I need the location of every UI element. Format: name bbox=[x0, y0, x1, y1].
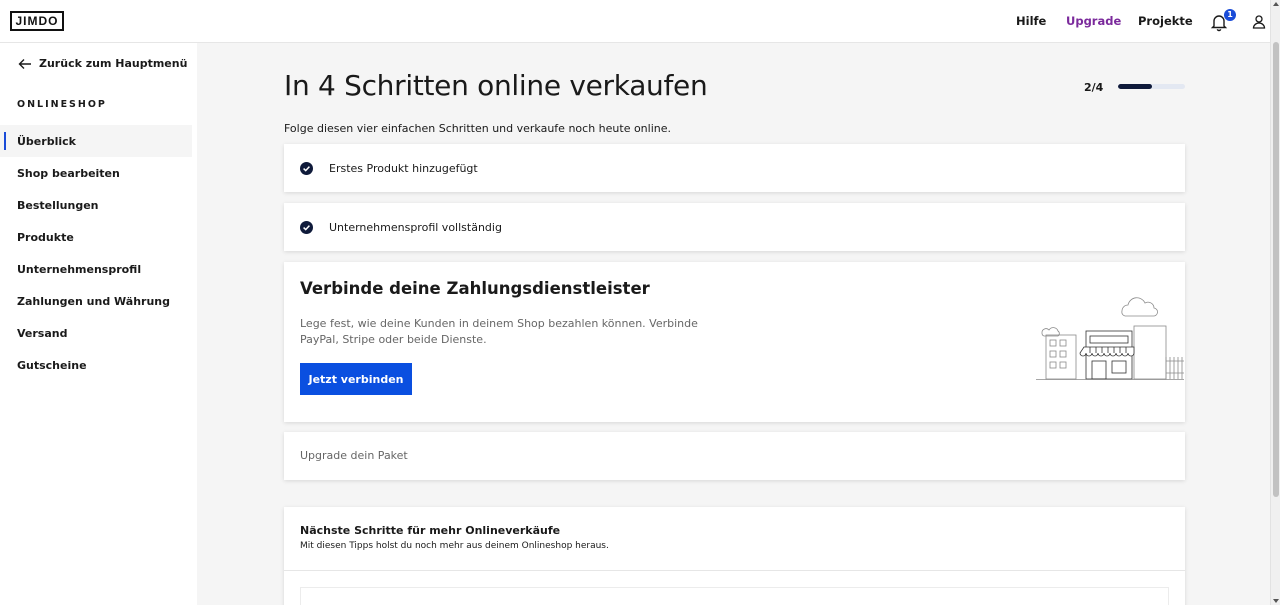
nav-upgrade-link[interactable]: Upgrade bbox=[1066, 14, 1121, 28]
check-circle-icon bbox=[300, 161, 313, 175]
nav-projekte-link[interactable]: Projekte bbox=[1138, 14, 1193, 28]
next-steps-card: Nächste Schritte für mehr Onlineverkäufe… bbox=[284, 507, 1185, 605]
sidebar-item-versand[interactable]: Versand bbox=[0, 317, 192, 349]
step-card-completed[interactable]: Erstes Produkt hinzugefügt bbox=[284, 144, 1185, 192]
top-bar: JIMDO Hilfe Upgrade Projekte 1 bbox=[0, 0, 1270, 43]
user-icon[interactable] bbox=[1250, 13, 1268, 31]
step-label: Unternehmensprofil vollständig bbox=[329, 220, 502, 234]
scroll-down-arrow-icon[interactable] bbox=[1273, 599, 1279, 603]
shop-illustration bbox=[1036, 297, 1184, 380]
arrow-left-icon bbox=[18, 58, 31, 69]
step-card-upcoming[interactable]: Upgrade dein Paket bbox=[284, 432, 1185, 480]
next-steps-description: Mit diesen Tipps holst du noch mehr aus … bbox=[300, 541, 609, 551]
scroll-thumb[interactable] bbox=[1273, 42, 1279, 497]
scroll-up-arrow-icon[interactable] bbox=[1273, 2, 1279, 6]
progress-bar bbox=[1118, 84, 1185, 89]
sidebar-section-title: ONLINESHOP bbox=[17, 99, 107, 110]
back-to-main-menu-link[interactable]: Zurück zum Hauptmenü bbox=[18, 57, 187, 70]
current-step-description: Lege fest, wie deine Kunden in deinem Sh… bbox=[300, 317, 698, 346]
step-indicator: 2/4 bbox=[1084, 81, 1104, 94]
sidebar-item-unternehmensprofil[interactable]: Unternehmensprofil bbox=[0, 253, 192, 285]
page-subtitle: Folge diesen vier einfachen Schritten un… bbox=[284, 122, 672, 135]
back-label: Zurück zum Hauptmenü bbox=[39, 57, 188, 70]
step-label: Erstes Produkt hinzugefügt bbox=[329, 161, 478, 175]
current-step-title: Verbinde deine Zahlungsdienstleister bbox=[300, 279, 650, 298]
sidebar-item-gutscheine[interactable]: Gutscheine bbox=[0, 349, 192, 381]
check-circle-icon bbox=[300, 220, 313, 234]
divider bbox=[284, 570, 1185, 571]
sidebar-item-ueberblick[interactable]: Überblick bbox=[0, 125, 192, 157]
step-card-current: Verbinde deine Zahlungsdienstleister Leg… bbox=[284, 262, 1185, 422]
nav-hilfe-link[interactable]: Hilfe bbox=[1016, 14, 1046, 28]
sidebar-item-bestellungen[interactable]: Bestellungen bbox=[0, 189, 192, 221]
sidebar-item-produkte[interactable]: Produkte bbox=[0, 221, 192, 253]
upcoming-step-label: Upgrade dein Paket bbox=[300, 449, 408, 462]
page-title: In 4 Schritten online verkaufen bbox=[284, 69, 708, 102]
sidebar-menu: Überblick Shop bearbeiten Bestellungen P… bbox=[0, 125, 192, 381]
notification-badge: 1 bbox=[1224, 9, 1236, 21]
connect-now-button[interactable]: Jetzt verbinden bbox=[300, 363, 412, 395]
next-steps-title: Nächste Schritte für mehr Onlineverkäufe bbox=[300, 524, 561, 537]
step-card-completed[interactable]: Unternehmensprofil vollständig bbox=[284, 203, 1185, 251]
next-steps-inner-panel bbox=[300, 587, 1169, 605]
sidebar: Zurück zum Hauptmenü ONLINESHOP Überblic… bbox=[0, 43, 197, 605]
scrollbar[interactable] bbox=[1270, 0, 1280, 605]
jimdo-logo[interactable]: JIMDO bbox=[10, 11, 64, 31]
sidebar-item-shop-bearbeiten[interactable]: Shop bearbeiten bbox=[0, 157, 192, 189]
main-content: In 4 Schritten online verkaufen 2/4 Folg… bbox=[197, 43, 1270, 605]
progress-fill bbox=[1118, 84, 1152, 89]
sidebar-item-zahlungen[interactable]: Zahlungen und Währung bbox=[0, 285, 192, 317]
